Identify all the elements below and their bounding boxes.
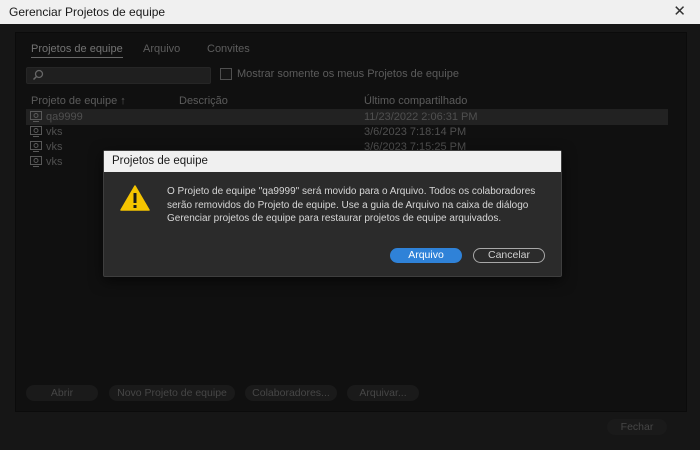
warning-icon	[120, 185, 150, 214]
archive-confirm-dialog: Projetos de equipe O Projeto de equipe "…	[103, 150, 562, 277]
window-title: Gerenciar Projetos de equipe	[9, 5, 166, 19]
confirm-archive-button[interactable]: Arquivo	[390, 248, 462, 263]
cancel-button[interactable]: Cancelar	[473, 248, 545, 263]
dialog-message: O Projeto de equipe "qa9999" será movido…	[167, 186, 536, 224]
close-window-icon[interactable]: ✕	[673, 2, 686, 20]
dialog-title-bar: Projetos de equipe	[104, 151, 561, 172]
dialog-title: Projetos de equipe	[112, 155, 208, 167]
title-bar: Gerenciar Projetos de equipe ✕	[0, 0, 700, 24]
